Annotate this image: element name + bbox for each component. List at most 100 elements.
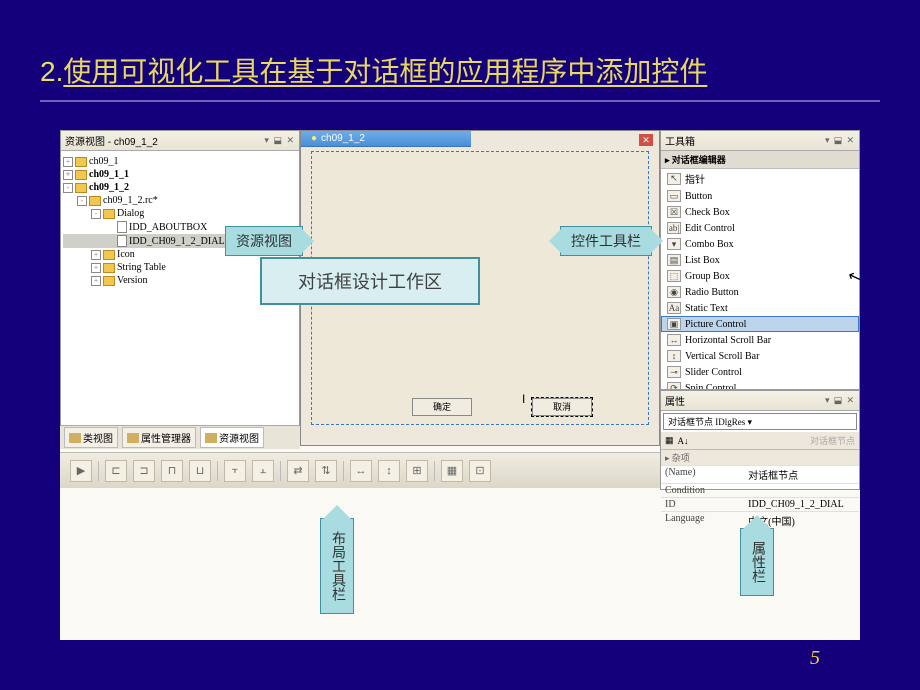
control-icon: ◉ [667, 286, 681, 298]
designer-tab[interactable]: ● ch09_1_2 ✕ [301, 131, 471, 147]
test-dialog-button[interactable]: ▶ [70, 460, 92, 482]
control-icon: ▤ [667, 254, 681, 266]
properties-title: 属性 [665, 393, 685, 408]
toolbox-item[interactable]: ↔Horizontal Scroll Bar [661, 332, 859, 348]
expand-icon[interactable]: - [63, 183, 73, 193]
toolbox-item[interactable]: ▾Combo Box [661, 236, 859, 252]
property-value[interactable] [744, 484, 859, 497]
pane-buttons[interactable]: ▾ ⬓ ✕ [825, 135, 855, 146]
toolbox-item-label: List Box [685, 255, 720, 266]
tree-item-label: String Table [117, 262, 166, 273]
pane-buttons[interactable]: ▾ ⬓ ✕ [264, 135, 295, 146]
control-icon: ⬚ [667, 270, 681, 282]
center-v-button[interactable]: ⫠ [252, 460, 274, 482]
tree-item[interactable]: -ch09_1_2 [63, 181, 297, 194]
same-height-button[interactable]: ↕ [378, 460, 400, 482]
toolbox-item[interactable]: AaStatic Text [661, 300, 859, 316]
control-icon: ↕ [667, 350, 681, 362]
property-row[interactable]: (Name)对话框节点 [661, 465, 859, 483]
slide-title: 2.使用可视化工具在基于对话框的应用程序中添加控件 [0, 0, 920, 100]
tree-item-label: IDD_CH09_1_2_DIALOG [129, 236, 239, 247]
property-category[interactable]: ▸ 杂项 [661, 450, 859, 465]
expand-icon[interactable]: + [63, 157, 73, 167]
same-size-button[interactable]: ⊞ [406, 460, 428, 482]
annotation-design-area: 对话框设计工作区 [260, 257, 480, 305]
tree-item[interactable]: +ch09_1 [63, 155, 297, 168]
annotation-layout-toolbar: 布局工具栏 [320, 518, 354, 614]
toolbox-item[interactable]: ab|Edit Control [661, 220, 859, 236]
toolbox-item-label: Button [685, 191, 712, 202]
toolbox-item[interactable]: ▣Picture Control [661, 316, 859, 332]
props-search[interactable]: 对话框节点 [810, 434, 855, 447]
expand-icon[interactable]: + [91, 250, 101, 260]
property-value[interactable]: 对话框节点 [744, 466, 859, 483]
tree-item[interactable]: -Dialog [63, 207, 297, 220]
toggle-guides-button[interactable]: ⊡ [469, 460, 491, 482]
pane-buttons[interactable]: ▾ ⬓ ✕ [825, 395, 855, 406]
expand-icon[interactable]: + [63, 170, 73, 180]
categorized-icon[interactable]: ▦ [665, 435, 674, 446]
expand-icon[interactable]: + [91, 263, 101, 273]
align-left-button[interactable]: ⊏ [105, 460, 127, 482]
tree-item[interactable]: +ch09_1_1 [63, 168, 297, 181]
toolbox-item-label: Radio Button [685, 287, 739, 298]
same-width-button[interactable]: ↔ [350, 460, 372, 482]
align-bottom-button[interactable]: ⊔ [189, 460, 211, 482]
tree-item[interactable]: -ch09_1_2.rc* [63, 194, 297, 207]
property-row[interactable]: Condition [661, 483, 859, 497]
toolbox-item-label: Combo Box [685, 239, 734, 250]
property-name: Condition [661, 484, 744, 497]
document-icon [117, 235, 127, 247]
resource-view-icon [205, 433, 217, 443]
align-right-button[interactable]: ⊐ [133, 460, 155, 482]
control-icon: ⊸ [667, 366, 681, 378]
folder-icon [75, 170, 87, 180]
control-icon: ↖ [667, 173, 681, 185]
toolbox-item-label: Slider Control [685, 367, 742, 378]
toolbox-item-label: Edit Control [685, 223, 735, 234]
toolbox-item[interactable]: ↖ 指针 [661, 169, 859, 188]
space-v-button[interactable]: ⇅ [315, 460, 337, 482]
toggle-grid-button[interactable]: ▦ [441, 460, 463, 482]
alpha-icon[interactable]: A↓ [678, 436, 689, 446]
toolbox-pane: 工具箱 ▾ ⬓ ✕ ▸ 对话框编辑器 ↖ 指针 ▭Button☒Check Boxa… [660, 130, 860, 390]
toolbox-group-header[interactable]: ▸ 对话框编辑器 [661, 151, 859, 169]
align-top-button[interactable]: ⊓ [161, 460, 183, 482]
toolbox-item[interactable]: ⟳Spin Control [661, 380, 859, 390]
toolbox-item[interactable]: ⊸ Slider Control [661, 364, 859, 380]
tab-property-manager[interactable]: 属性管理器 [122, 427, 196, 448]
tree-item-label: IDD_ABOUTBOX [129, 222, 207, 233]
tab-resource-view[interactable]: 资源视图 [200, 427, 264, 448]
control-icon: ⟳ [667, 382, 681, 390]
property-name: ID [661, 498, 744, 511]
expand-icon[interactable]: + [91, 276, 101, 286]
properties-toolbar[interactable]: ▦ A↓ 对话框节点 [661, 432, 859, 450]
toolbox-titlebar: 工具箱 ▾ ⬓ ✕ [661, 131, 859, 151]
tree-item-label: Version [117, 275, 148, 286]
center-h-button[interactable]: ⫟ [224, 460, 246, 482]
toolbox-item-label: Check Box [685, 207, 730, 218]
close-icon[interactable]: ✕ [639, 134, 653, 146]
dialog-cancel-button[interactable]: 取消 [532, 398, 592, 416]
space-h-button[interactable]: ⇄ [287, 460, 309, 482]
properties-pane: 属性 ▾ ⬓ ✕ 对话框节点 IDlgRes ▾ ▦ A↓ 对话框节点 ▸ 杂项… [660, 390, 860, 490]
toolbox-item[interactable]: ▭Button [661, 188, 859, 204]
toolbox-item[interactable]: ⬚ Group Box [661, 268, 859, 284]
toolbox-item[interactable]: ☒Check Box [661, 204, 859, 220]
slide-number: 2. [40, 56, 63, 87]
title-underline [40, 100, 880, 102]
toolbox-item-label: Picture Control [685, 319, 746, 330]
toolbox-item-label: 指针 [685, 171, 705, 186]
view-tabs: 类视图 属性管理器 资源视图 [60, 425, 300, 449]
toolbox-item-label: Group Box [685, 271, 730, 282]
toolbox-item[interactable]: ↕Vertical Scroll Bar [661, 348, 859, 364]
expand-icon[interactable]: - [77, 196, 87, 206]
tab-class-view[interactable]: 类视图 [64, 427, 118, 448]
toolbox-item[interactable]: ▤ List Box [661, 252, 859, 268]
properties-subject-dropdown[interactable]: 对话框节点 IDlgRes ▾ [663, 413, 857, 430]
designer-tab-title: ch09_1_2 [321, 133, 365, 144]
folder-icon [103, 209, 115, 219]
toolbox-item[interactable]: ◉ Radio Button [661, 284, 859, 300]
expand-icon[interactable]: - [91, 209, 101, 219]
dialog-ok-button[interactable]: 确定 [412, 398, 472, 416]
